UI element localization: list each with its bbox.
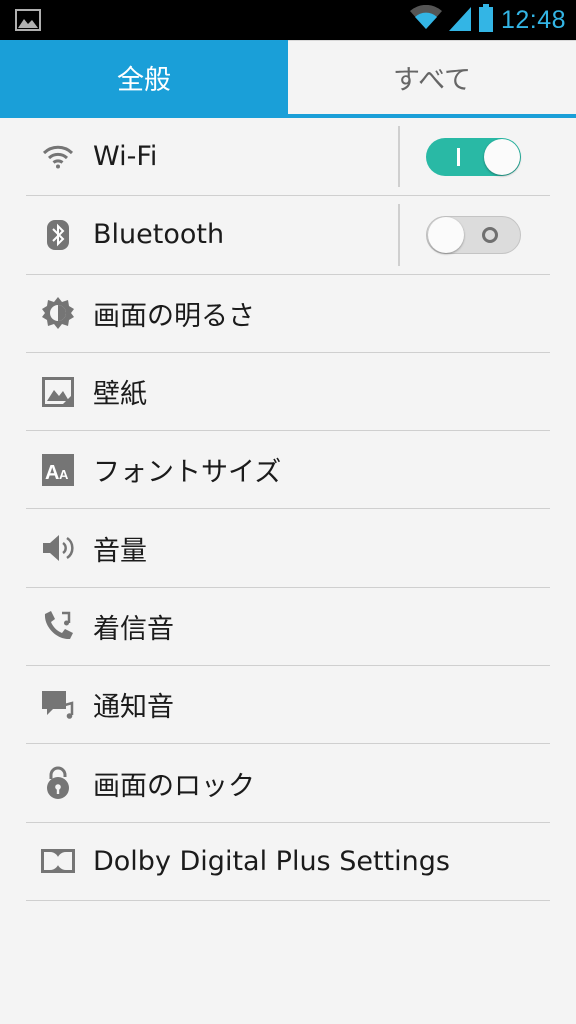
lock-icon [40,765,76,801]
gallery-notification-icon [15,9,41,35]
tab-all[interactable]: すべて [288,40,576,114]
svg-text:A: A [45,462,59,484]
wifi-toggle[interactable] [426,137,521,176]
cell-signal-icon [447,5,473,35]
setting-wallpaper[interactable]: 壁紙 [26,353,550,432]
dolby-label: Dolby Digital Plus Settings [93,845,450,877]
battery-icon [478,4,493,36]
dolby-icon [40,843,76,879]
setting-ringtone[interactable]: 着信音 [26,588,550,667]
wifi-signal-icon [409,4,443,35]
wallpaper-icon [40,374,76,410]
font-size-icon: A A [40,452,76,488]
setting-dolby[interactable]: Dolby Digital Plus Settings [26,823,550,901]
wifi-icon [40,139,76,175]
notification-sound-icon [40,687,76,723]
tab-general[interactable]: 全般 [0,40,288,114]
tab-bar: 全般 すべて [0,40,576,118]
volume-icon [40,530,76,566]
font-size-label: フォントサイズ [93,457,282,489]
wallpaper-label: 壁紙 [93,379,147,411]
bluetooth-label: Bluetooth [93,219,225,251]
bluetooth-icon [40,217,76,253]
status-bar: 12:48 [0,0,576,40]
ringtone-label: 着信音 [93,613,174,645]
setting-volume[interactable]: 音量 [26,509,550,588]
toggle-off-mark [482,226,498,243]
brightness-label: 画面の明るさ [93,300,255,332]
settings-list: Wi-Fi Bluetooth 画面の明るさ 壁紙 A A フォントサイズ 音量… [26,118,550,901]
bluetooth-toggle[interactable] [426,215,521,254]
clock: 12:48 [500,5,566,34]
setting-bluetooth[interactable]: Bluetooth [26,196,550,275]
setting-notification-sound[interactable]: 通知音 [26,666,550,745]
ringtone-icon [40,608,76,644]
notification-sound-label: 通知音 [93,692,174,724]
toggle-knob [428,216,464,253]
divider [398,126,400,188]
toggle-on-mark [457,147,460,166]
divider [398,204,400,266]
screen-lock-label: 画面のロック [93,770,255,802]
setting-wifi[interactable]: Wi-Fi [26,118,550,197]
setting-font-size[interactable]: A A フォントサイズ [26,431,550,510]
toggle-knob [484,138,520,175]
setting-screen-lock[interactable]: 画面のロック [26,744,550,823]
setting-brightness[interactable]: 画面の明るさ [26,275,550,353]
brightness-icon [40,295,76,331]
svg-text:A: A [59,467,69,482]
wifi-label: Wi-Fi [93,141,158,173]
volume-label: 音量 [93,535,147,567]
